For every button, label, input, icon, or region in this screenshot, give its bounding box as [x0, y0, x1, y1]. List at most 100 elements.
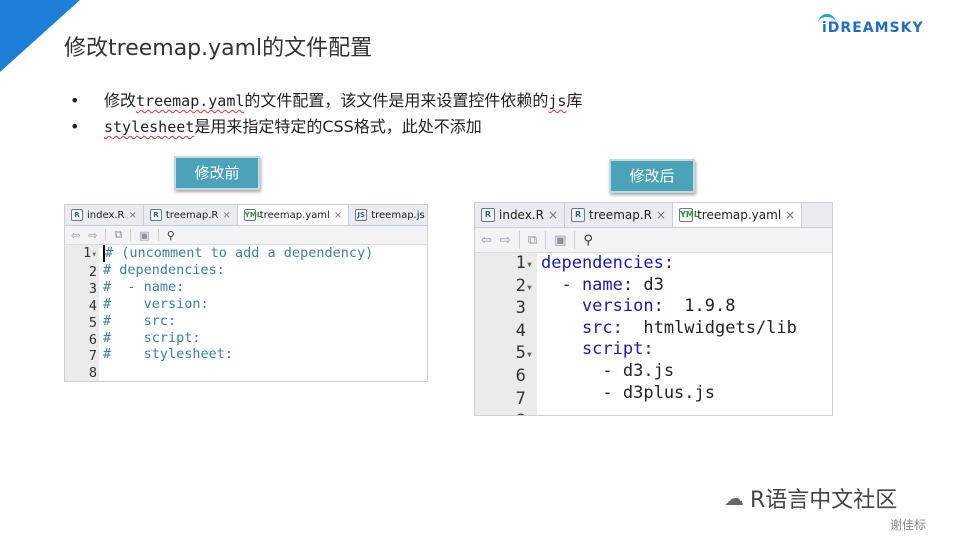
forward-arrow-icon[interactable]: ⇨ [500, 233, 511, 248]
r-file-icon: R [71, 209, 83, 221]
logo-text: iDREAMSKY [822, 20, 924, 36]
close-icon[interactable]: × [334, 210, 342, 221]
line-number: 2▾ [515, 275, 533, 296]
bullet-code: stylesheet [104, 118, 195, 136]
back-arrow-icon[interactable]: ⇦ [481, 233, 492, 248]
r-file-icon: R [149, 209, 162, 221]
bullet-code-2: js [548, 92, 567, 110]
line-number: 4 [88, 297, 97, 314]
bullet-dot: • [70, 91, 80, 110]
tab-treemap-yaml[interactable]: YML treemap.yaml × [673, 203, 803, 227]
wechat-icon: ☁ [724, 486, 744, 510]
tab-index-r[interactable]: R index.R × [65, 205, 144, 225]
bullet-middle: 的文件配置，该文件是用来设置控件依赖的 [244, 91, 549, 110]
code-line: - name: d3 [541, 274, 664, 295]
toolbar-divider [105, 229, 107, 241]
yaml-file-icon: YML [243, 209, 262, 221]
show-in-window-icon[interactable]: ⧉ [114, 228, 122, 242]
code-area[interactable]: 1▾ 2 3 4 5 6 7 8 # (uncomment to add a d… [65, 245, 427, 382]
search-icon[interactable]: ⚲ [167, 229, 175, 242]
close-icon[interactable]: × [548, 208, 558, 222]
line-number: 6 [515, 365, 526, 386]
line-number: 5▾ [515, 343, 533, 364]
tab-treemap-yaml[interactable]: YML treemap.yaml × [237, 205, 350, 225]
before-label: 修改前 [174, 156, 260, 190]
editor-tab-bar: R index.R × R treemap.R × YML treemap.ya… [65, 205, 427, 226]
code-line: - d3plus.js [541, 382, 715, 403]
bullet-code: treemap.yaml [136, 92, 245, 110]
code-line: src: htmlwidgets/lib [541, 317, 797, 338]
editor-toolbar: ⇦ ⇨ ⧉ ▣ ⚲ [65, 226, 427, 245]
tab-label: treemap.yaml [259, 209, 330, 221]
code-lines: # (uncomment to add a dependency) # depe… [99, 245, 374, 381]
tab-label: index.R [87, 209, 125, 221]
bullet-middle: 是用来指定特定的CSS格式，此处不添加 [194, 117, 482, 136]
tab-label: index.R [499, 208, 544, 222]
bullet-item: • stylesheet是用来指定特定的CSS格式，此处不添加 [70, 114, 582, 140]
author-name: 谢佳标 [890, 518, 927, 532]
code-line: # (uncomment to add a dependency) [103, 245, 374, 262]
line-number: 6 [88, 331, 97, 348]
show-in-window-icon[interactable]: ⧉ [528, 233, 537, 248]
line-number: 1▾ [515, 253, 533, 273]
close-icon[interactable]: × [129, 210, 137, 221]
line-number: 1▾ [83, 245, 97, 261]
line-number: 7 [515, 388, 526, 409]
code-line: # - name: [103, 278, 185, 295]
brand-logo: iDREAMSKY [818, 14, 924, 36]
after-label: 修改后 [609, 159, 695, 193]
before-editor-screenshot: R index.R × R treemap.R × YML treemap.ya… [64, 204, 428, 382]
bullet-prefix: 修改 [104, 91, 137, 110]
r-file-icon: R [571, 208, 586, 222]
code-line: # src: [103, 312, 177, 329]
line-number: 4 [515, 320, 526, 341]
code-line: # version: [103, 295, 209, 312]
line-number-gutter: 1▾ 2▾ 3 4 5▾ 6 7 8 [475, 253, 537, 415]
watermark-text: R语言中文社区 [750, 488, 898, 513]
line-number: 2 [88, 263, 97, 280]
r-file-icon: R [481, 208, 495, 222]
toolbar-divider [130, 229, 132, 241]
search-icon[interactable]: ⚲ [583, 233, 593, 248]
code-line: # dependencies: [103, 261, 225, 278]
close-icon[interactable]: × [785, 208, 795, 222]
toolbar-divider [574, 231, 576, 249]
logo-swoosh-icon [818, 14, 836, 27]
close-icon[interactable]: × [656, 208, 666, 222]
line-number-gutter: 1▾ 2 3 4 5 6 7 8 [65, 245, 99, 382]
tab-label: treemap.yaml [697, 208, 782, 222]
after-editor-screenshot: R index.R × R treemap.R × YML treemap.ya… [474, 202, 833, 416]
toolbar-divider [157, 229, 159, 241]
save-icon[interactable]: ▣ [139, 229, 149, 242]
toolbar-divider [518, 231, 520, 249]
tab-label: treemap.js [371, 209, 425, 221]
editor-tab-bar: R index.R × R treemap.R × YML treemap.ya… [475, 203, 832, 228]
tab-label: treemap.R [589, 208, 652, 222]
tab-treemap-js[interactable]: JS treemap.js × [349, 205, 427, 225]
toolbar-divider [545, 231, 547, 249]
code-lines: dependencies: - name: d3 version: 1.9.8 … [537, 253, 797, 415]
code-line: dependencies: [541, 253, 675, 273]
bullet-suffix: 库 [566, 91, 583, 110]
code-line: - d3.js [541, 360, 675, 381]
code-line: script: [541, 339, 654, 360]
tab-treemap-r[interactable]: R treemap.R × [565, 203, 674, 227]
code-line: # script: [103, 329, 201, 346]
code-area[interactable]: 1▾ 2▾ 3 4 5▾ 6 7 8 dependencies: - name:… [475, 253, 832, 415]
yaml-file-icon: YML [679, 208, 699, 222]
forward-arrow-icon[interactable]: ⇨ [88, 229, 97, 242]
editor-toolbar: ⇦ ⇨ ⧉ ▣ ⚲ [475, 228, 832, 253]
bullet-dot: • [70, 117, 80, 136]
tab-treemap-r[interactable]: R treemap.R × [144, 205, 238, 225]
bullet-list: • 修改treemap.yaml的文件配置，该文件是用来设置控件依赖的js库 • s… [70, 88, 582, 140]
save-icon[interactable]: ▣ [554, 233, 566, 248]
line-number: 3 [515, 298, 526, 319]
code-line: # stylesheet: [103, 346, 234, 363]
slide-title: 修改treemap.yaml的文件配置 [64, 36, 373, 61]
line-number: 8 [88, 365, 97, 382]
back-arrow-icon[interactable]: ⇦ [71, 229, 80, 242]
tab-index-r[interactable]: R index.R × [475, 203, 566, 227]
line-number: 7 [88, 348, 97, 365]
close-icon[interactable]: × [222, 210, 230, 221]
